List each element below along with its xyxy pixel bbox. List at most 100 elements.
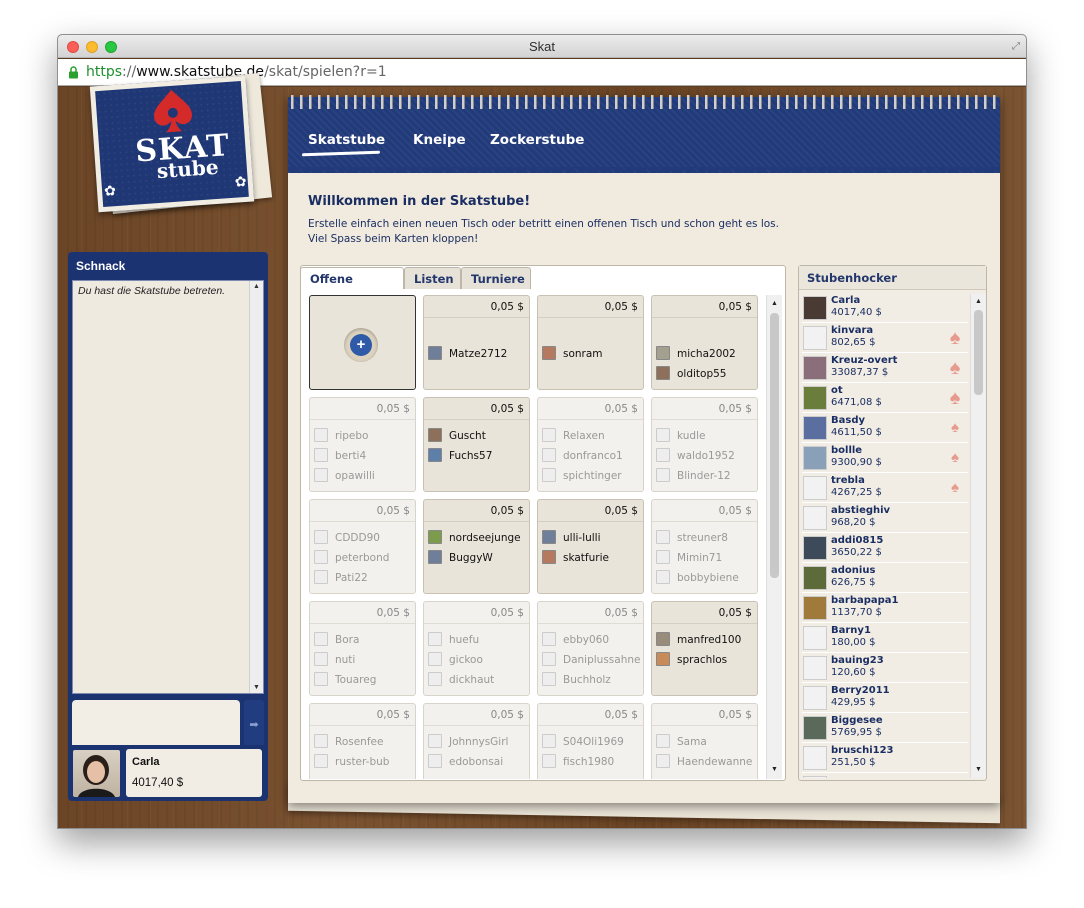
table-player[interactable]: kudle	[656, 428, 705, 444]
scroll-thumb[interactable]	[974, 310, 983, 395]
table-player[interactable]: nordseejunge	[428, 530, 521, 546]
add-table-button[interactable]: +	[344, 328, 378, 362]
table-player[interactable]: Touareg	[314, 672, 376, 688]
table-player[interactable]: sprachlos	[656, 652, 727, 668]
table-card[interactable]: 0,05 $ Relaxen donfranco1 spichtinger	[537, 397, 644, 492]
table-player[interactable]: Relaxen	[542, 428, 605, 444]
zoom-window-button[interactable]	[105, 41, 117, 53]
table-player[interactable]: ebby060	[542, 632, 609, 648]
table-player[interactable]: Buchholz	[542, 672, 611, 688]
tab-turniere[interactable]: Turniere	[461, 267, 531, 289]
user-row[interactable]: Berry2011 429,95 $	[802, 684, 968, 713]
table-player[interactable]: peterbond	[314, 550, 389, 566]
table-player[interactable]: Guscht	[428, 428, 486, 444]
scroll-up-arrow-icon[interactable]: ▲	[971, 295, 986, 309]
table-card[interactable]: 0,05 $ S04Oli1969 fisch1980	[537, 703, 644, 779]
table-player[interactable]: manfred100	[656, 632, 741, 648]
chat-input[interactable]	[72, 700, 240, 750]
scroll-up-arrow-icon[interactable]: ▲	[767, 297, 782, 311]
table-player[interactable]: edobonsai	[428, 754, 503, 770]
tables-scrollbar[interactable]: ▲ ▼	[766, 295, 782, 779]
close-window-button[interactable]	[67, 41, 79, 53]
table-card[interactable]: 0,05 $ Bora nuti Touareg	[309, 601, 416, 696]
table-player[interactable]: ulli-lulli	[542, 530, 601, 546]
scroll-up-arrow-icon[interactable]: ▲	[250, 283, 263, 290]
table-card[interactable]: 0,05 $ ebby060 Daniplussahne Buchholz	[537, 601, 644, 696]
table-player[interactable]: S04Oli1969	[542, 734, 624, 750]
fullscreen-icon[interactable]: ⤢	[1012, 35, 1020, 58]
table-card[interactable]: 0,05 $ nordseejunge BuggyW	[423, 499, 530, 594]
user-row[interactable]: kinvara 802,65 $ ♠	[802, 324, 968, 353]
user-row[interactable]: abstieghiv 968,20 $	[802, 504, 968, 533]
table-player[interactable]: waldo1952	[656, 448, 735, 464]
table-player[interactable]: nuti	[314, 652, 355, 668]
logo[interactable]: SKAT stube ✿ ✿	[89, 75, 255, 213]
table-card[interactable]: 0,05 $ Rosenfee ruster-bub	[309, 703, 416, 779]
table-card[interactable]: 0,05 $ CDDD90 peterbond Pati22	[309, 499, 416, 594]
table-card[interactable]: 0,05 $ micha2002 olditop55	[651, 295, 758, 390]
table-player[interactable]: Daniplussahne	[542, 652, 640, 668]
table-player[interactable]: CDDD90	[314, 530, 380, 546]
user-row[interactable]: bruschi123 251,50 $	[802, 744, 968, 773]
table-player[interactable]: gickoo	[428, 652, 483, 668]
user-row[interactable]: bauing23 120,60 $	[802, 654, 968, 683]
tab-listen[interactable]: Listen	[404, 267, 461, 289]
user-row[interactable]: Biggesee 5769,95 $	[802, 714, 968, 743]
user-row[interactable]: trebla 4267,25 $ ♠	[802, 474, 968, 503]
table-card[interactable]: 0,05 $ kudle waldo1952 Blinder-12	[651, 397, 758, 492]
table-card[interactable]: 0,05 $ streuner8 Mimin71 bobbybiene	[651, 499, 758, 594]
table-player[interactable]: ruster-bub	[314, 754, 389, 770]
scroll-down-arrow-icon[interactable]: ▼	[971, 763, 986, 777]
chat-scrollbar[interactable]: ▲ ▼	[249, 281, 263, 693]
table-player[interactable]: JohnnysGirl	[428, 734, 508, 750]
nav-kneipe[interactable]: Kneipe	[413, 132, 466, 148]
table-player[interactable]: skatfurie	[542, 550, 609, 566]
profile-card[interactable]: Carla 4017,40 $	[68, 745, 268, 801]
table-player[interactable]: Blinder-12	[656, 468, 731, 484]
table-player[interactable]: spichtinger	[542, 468, 622, 484]
table-card[interactable]: 0,05 $ JohnnysGirl edobonsai	[423, 703, 530, 779]
table-card[interactable]: 0,05 $ Matze2712	[423, 295, 530, 390]
minimize-window-button[interactable]	[86, 41, 98, 53]
user-row[interactable]: Kreuz-overt 33087,37 $ ♠	[802, 354, 968, 383]
chat-send-button[interactable]: ➡	[244, 700, 264, 750]
table-card[interactable]: 0,05 $ ulli-lulli skatfurie	[537, 499, 644, 594]
table-card[interactable]: 0,05 $ Sama Haendewanne	[651, 703, 758, 779]
nav-skatstube[interactable]: Skatstube	[308, 132, 385, 148]
table-player[interactable]: sonram	[542, 346, 603, 362]
tab-offene-tische[interactable]: Offene Tische	[300, 267, 404, 308]
user-row[interactable]: Basdy 4611,50 $ ♠	[802, 414, 968, 443]
scroll-down-arrow-icon[interactable]: ▼	[767, 763, 782, 777]
new-table-card[interactable]: +	[309, 295, 416, 390]
table-card[interactable]: 0,05 $ sonram	[537, 295, 644, 390]
table-player[interactable]: bobbybiene	[656, 570, 739, 586]
table-player[interactable]: Fuchs57	[428, 448, 492, 464]
table-player[interactable]: ripebo	[314, 428, 368, 444]
scroll-thumb[interactable]	[770, 313, 779, 578]
table-player[interactable]: Pati22	[314, 570, 368, 586]
table-player[interactable]: Bora	[314, 632, 359, 648]
user-row[interactable]: barbapapa1 1137,70 $	[802, 594, 968, 623]
table-player[interactable]: Matze2712	[428, 346, 507, 362]
table-card[interactable]: 0,05 $ huefu gickoo dickhaut	[423, 601, 530, 696]
user-row[interactable]: addi0815 3650,22 $	[802, 534, 968, 563]
user-row[interactable]: adonius 626,75 $	[802, 564, 968, 593]
table-player[interactable]: olditop55	[656, 366, 727, 382]
nav-zockerstube[interactable]: Zockerstube	[490, 132, 584, 148]
scroll-down-arrow-icon[interactable]: ▼	[250, 684, 263, 691]
table-player[interactable]: fisch1980	[542, 754, 614, 770]
table-player[interactable]: Mimin71	[656, 550, 722, 566]
table-card[interactable]: 0,05 $ ripebo berti4 opawilli	[309, 397, 416, 492]
table-player[interactable]: BuggyW	[428, 550, 493, 566]
table-player[interactable]: huefu	[428, 632, 479, 648]
user-row[interactable]: bollle 9300,90 $ ♠	[802, 444, 968, 473]
table-card[interactable]: 0,05 $ Guscht Fuchs57	[423, 397, 530, 492]
table-player[interactable]: donfranco1	[542, 448, 623, 464]
users-scrollbar[interactable]: ▲ ▼	[970, 294, 986, 778]
table-card[interactable]: 0,05 $ manfred100 sprachlos	[651, 601, 758, 696]
table-player[interactable]: opawilli	[314, 468, 375, 484]
table-player[interactable]: Sama	[656, 734, 707, 750]
user-row[interactable]	[802, 774, 968, 778]
user-row[interactable]: Carla 4017,40 $	[802, 294, 968, 323]
table-player[interactable]: Rosenfee	[314, 734, 383, 750]
